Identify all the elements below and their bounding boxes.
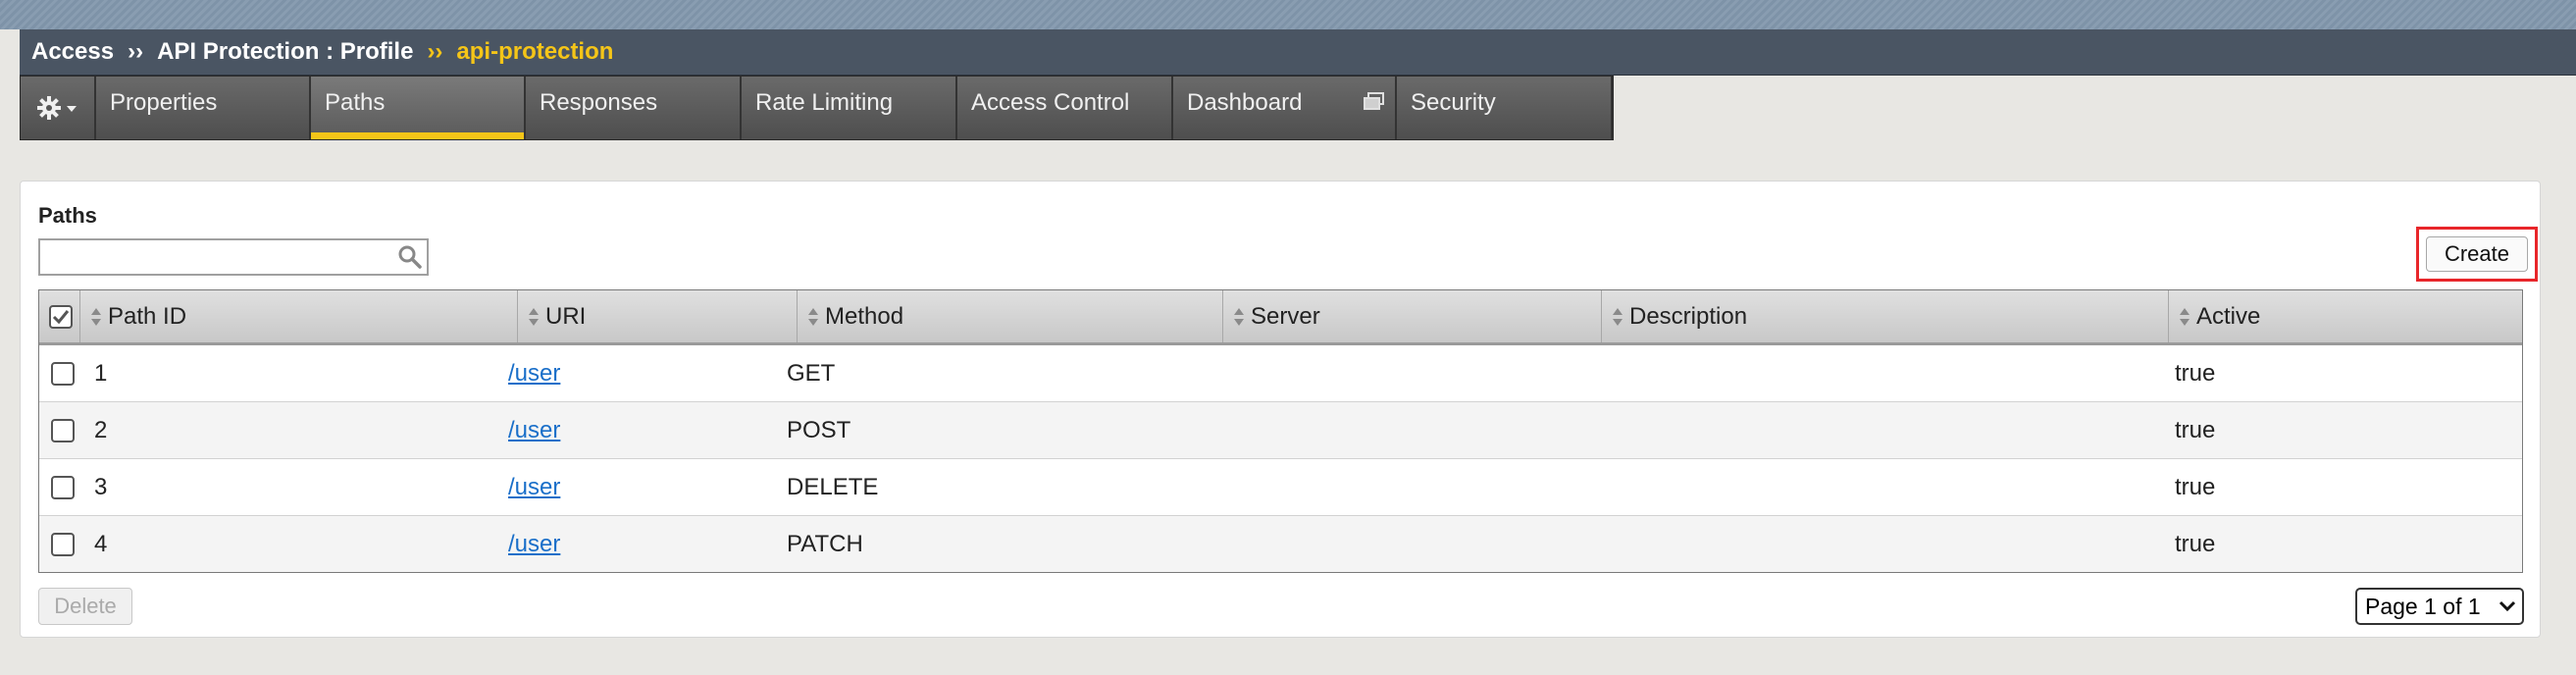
column-header-label: URI [545,302,587,330]
cell-description [1602,402,2161,458]
cell-active: true [2175,359,2216,387]
cell-path-id: 3 [94,473,108,500]
panel-title: Paths [38,203,97,228]
cell-server [1223,345,1596,401]
uri-link[interactable]: /user [508,474,560,501]
tab-rate-limiting[interactable]: Rate Limiting [742,77,957,139]
tab-bar: Properties Paths Responses Rate Limiting… [20,76,1614,140]
tab-label: Rate Limiting [755,89,894,116]
header-select-all-cell [39,290,80,342]
sort-arrows-icon [91,307,101,326]
column-header-method[interactable]: Method [798,290,1223,342]
tab-label: Security [1411,89,1496,116]
search-icon[interactable] [397,244,423,270]
row-select-cell [39,402,80,458]
cell-description [1602,516,2161,572]
cell-method: POST [787,416,851,443]
column-header-path-id[interactable]: Path ID [80,290,518,342]
sort-arrows-icon [529,307,539,326]
breadcrumb-separator: ›› [128,38,144,65]
cell-server [1223,402,1596,458]
cell-method: DELETE [787,473,879,500]
tab-access-control[interactable]: Access Control [957,77,1173,139]
breadcrumb-root[interactable]: Access [31,38,114,66]
tab-paths[interactable]: Paths [311,77,526,139]
cell-description [1602,345,2161,401]
column-header-label: Method [825,302,904,330]
row-select-cell [39,459,80,515]
search-field[interactable] [38,238,429,276]
cell-path-id: 2 [94,416,108,443]
column-header-description[interactable]: Description [1602,290,2169,342]
select-all-checkbox[interactable] [49,304,73,329]
tab-label: Responses [540,89,658,116]
breadcrumb: Access ›› API Protection : Profile ›› ap… [20,29,2576,76]
column-header-label: Description [1629,302,1748,330]
check-icon [52,309,70,324]
breadcrumb-section[interactable]: API Protection : Profile [157,38,413,66]
cell-uri: /user [508,402,793,458]
cell-active: true [2175,473,2216,500]
chevron-down-icon [66,106,77,112]
cell-path-id: 1 [94,359,108,387]
breadcrumb-separator: ›› [427,38,443,65]
create-button[interactable]: Create [2426,236,2528,272]
cell-method: PATCH [787,531,863,557]
sort-arrows-icon [2180,307,2190,326]
table-row: 4 /user PATCH true [39,516,2522,572]
paths-table: Path ID URI Method Server Description Ac… [38,289,2523,573]
sort-arrows-icon [1234,307,1244,326]
row-checkbox[interactable] [51,475,75,499]
cell-description [1602,459,2161,515]
uri-link[interactable]: /user [508,531,560,558]
chevron-down-icon [2499,600,2516,612]
external-window-icon [1364,92,1384,110]
column-header-server[interactable]: Server [1223,290,1602,342]
gear-icon [36,96,77,120]
column-header-label: Active [2196,302,2261,330]
column-header-label: Server [1251,302,1320,330]
tab-properties[interactable]: Properties [96,77,311,139]
cell-server [1223,459,1596,515]
cell-active: true [2175,416,2216,443]
cell-active: true [2175,531,2216,557]
page-select[interactable]: Page 1 of 1 [2355,588,2524,625]
cell-uri: /user [508,459,793,515]
row-select-cell [39,345,80,401]
row-select-cell [39,516,80,572]
cell-uri: /user [508,345,793,401]
tab-security[interactable]: Security [1397,77,1613,139]
tab-menu-button[interactable] [21,77,96,139]
tab-label: Access Control [971,89,1130,116]
tab-label: Paths [325,89,386,116]
tab-label: Properties [110,89,218,116]
cell-method: GET [787,359,836,387]
sort-arrows-icon [1613,307,1623,326]
column-header-label: Path ID [108,302,187,330]
tab-label: Dashboard [1187,89,1303,116]
tab-responses[interactable]: Responses [526,77,742,139]
table-row: 1 /user GET true [39,345,2522,402]
paths-panel: Paths Create Path ID URI Method Server D… [20,181,2541,638]
table-row: 3 /user DELETE true [39,459,2522,516]
cell-uri: /user [508,516,793,572]
row-checkbox[interactable] [51,418,75,442]
search-input[interactable] [40,240,395,274]
top-banner-strip [0,0,2576,29]
uri-link[interactable]: /user [508,360,560,388]
cell-path-id: 4 [94,531,108,557]
page-select-value: Page 1 of 1 [2365,593,2481,619]
row-checkbox[interactable] [51,533,75,556]
column-header-active[interactable]: Active [2169,290,2522,342]
delete-button[interactable]: Delete [38,588,132,625]
table-row: 2 /user POST true [39,402,2522,459]
table-header: Path ID URI Method Server Description Ac… [39,290,2522,345]
column-header-uri[interactable]: URI [518,290,798,342]
tab-dashboard[interactable]: Dashboard [1173,77,1397,139]
breadcrumb-current: api-protection [456,38,614,65]
row-checkbox[interactable] [51,361,75,386]
cell-server [1223,516,1596,572]
sort-arrows-icon [808,307,818,326]
uri-link[interactable]: /user [508,417,560,444]
